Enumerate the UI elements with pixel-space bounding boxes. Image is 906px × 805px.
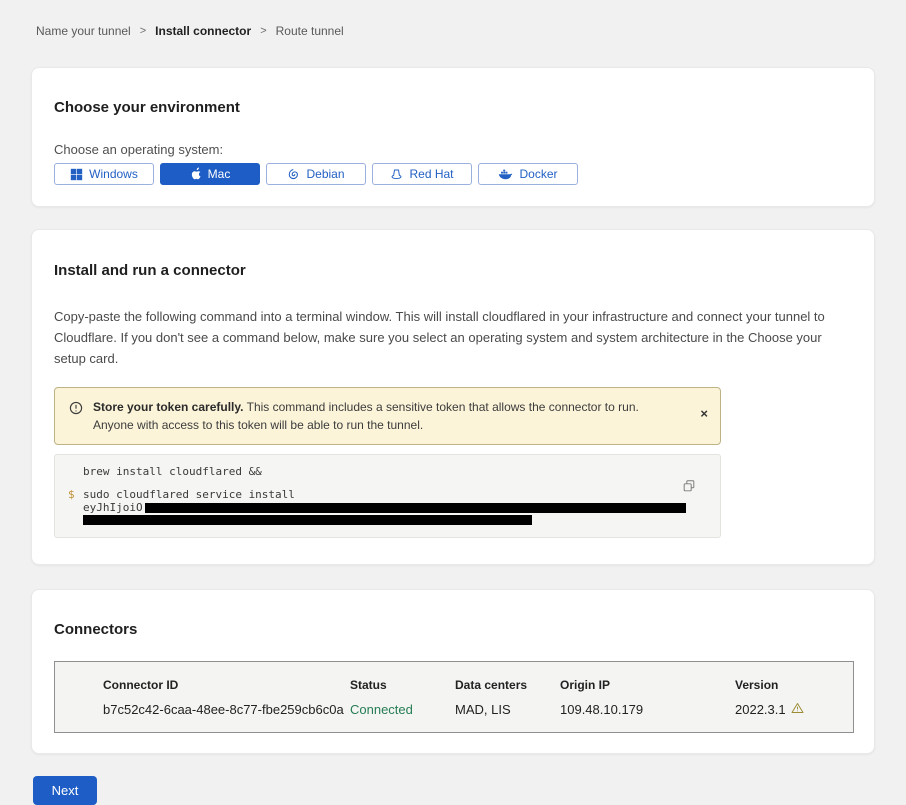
code-line-sudo: sudo cloudflared service install	[83, 488, 295, 501]
version-value: 2022.3.1	[735, 702, 853, 717]
os-select-label: Choose an operating system:	[54, 142, 852, 157]
token-warning-title: Store your token carefully.	[93, 400, 244, 414]
os-button-group: Windows Mac Debian	[54, 163, 852, 185]
shell-prompt: $	[68, 488, 83, 501]
column-origin-ip: Origin IP	[560, 678, 735, 692]
os-button-label: Red Hat	[409, 167, 453, 181]
origin-ip-value: 109.48.10.179	[560, 702, 735, 717]
redacted-token-bar	[83, 515, 532, 525]
breadcrumb-install-connector[interactable]: Install connector	[155, 24, 251, 38]
os-button-mac[interactable]: Mac	[160, 163, 260, 185]
data-centers-value: MAD, LIS	[455, 702, 560, 717]
breadcrumb-separator: >	[140, 25, 146, 37]
os-button-windows[interactable]: Windows	[54, 163, 154, 185]
connector-description: Copy-paste the following command into a …	[54, 306, 852, 369]
token-prefix: eyJhIjoiO	[83, 501, 143, 514]
column-status: Status	[350, 678, 455, 692]
apple-icon	[190, 167, 202, 181]
connectors-table: Connector ID Status Data centers Origin …	[54, 661, 854, 733]
os-button-redhat[interactable]: Red Hat	[372, 163, 472, 185]
alert-circle-icon	[69, 401, 83, 420]
table-row: b7c52c42-6caa-48ee-8c77-fbe259cb6c0a Con…	[103, 702, 853, 717]
status-badge: Connected	[350, 702, 455, 717]
code-line-brew: brew install cloudflared &&	[83, 465, 262, 478]
connector-card-title: Install and run a connector	[54, 262, 852, 279]
os-button-label: Windows	[89, 167, 138, 181]
warning-triangle-icon	[791, 702, 804, 717]
version-number: 2022.3.1	[735, 702, 786, 717]
next-button[interactable]: Next	[33, 776, 97, 805]
copy-icon[interactable]	[682, 479, 696, 496]
connector-id-value: b7c52c42-6caa-48ee-8c77-fbe259cb6c0a	[103, 702, 350, 717]
install-connector-card: Install and run a connector Copy-paste t…	[31, 229, 875, 565]
connectors-card-title: Connectors	[54, 621, 852, 638]
column-connector-id: Connector ID	[103, 678, 350, 692]
breadcrumb-name-your-tunnel[interactable]: Name your tunnel	[36, 24, 131, 38]
breadcrumb-route-tunnel[interactable]: Route tunnel	[276, 24, 344, 38]
breadcrumb-separator: >	[260, 25, 266, 37]
choose-environment-card: Choose your environment Choose an operat…	[31, 67, 875, 207]
docker-icon	[498, 168, 513, 180]
os-button-docker[interactable]: Docker	[478, 163, 578, 185]
column-version: Version	[735, 678, 853, 692]
windows-icon	[70, 168, 83, 181]
column-data-centers: Data centers	[455, 678, 560, 692]
redhat-icon	[390, 168, 403, 181]
os-button-label: Debian	[306, 167, 344, 181]
token-warning-text: Store your token carefully. This command…	[93, 398, 690, 434]
close-icon[interactable]: ×	[700, 407, 708, 420]
connectors-card: Connectors Connector ID Status Data cent…	[31, 589, 875, 754]
debian-icon	[287, 168, 300, 181]
install-command-codeblock: brew install cloudflared && $ sudo cloud…	[54, 454, 721, 538]
environment-card-title: Choose your environment	[54, 99, 852, 116]
token-warning-banner: Store your token carefully. This command…	[54, 387, 721, 445]
connectors-table-header: Connector ID Status Data centers Origin …	[103, 678, 853, 692]
redacted-token-bar	[145, 503, 686, 513]
breadcrumb: Name your tunnel > Install connector > R…	[0, 0, 906, 38]
os-button-debian[interactable]: Debian	[266, 163, 366, 185]
os-button-label: Docker	[519, 167, 557, 181]
os-button-label: Mac	[208, 167, 231, 181]
